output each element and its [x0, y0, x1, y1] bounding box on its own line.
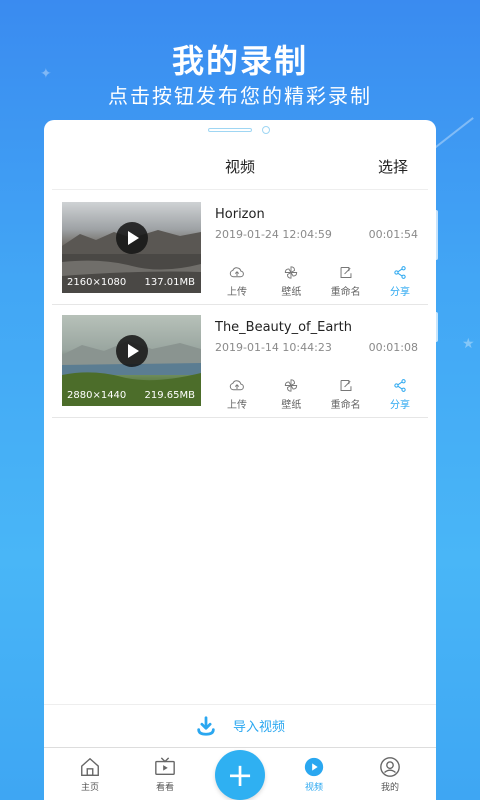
cloud-upload-icon	[229, 380, 244, 391]
edit-icon	[340, 380, 352, 391]
select-button[interactable]: 选择	[378, 156, 408, 177]
video-row[interactable]: 2880×1440 219.65MB The_Beauty_of_Earth 2…	[52, 305, 428, 418]
share-label: 分享	[389, 287, 410, 298]
video-title: The_Beauty_of_Earth	[215, 320, 352, 335]
cloud-upload-icon	[229, 267, 244, 278]
add-recording-button[interactable]: +	[215, 750, 265, 800]
upload-label: 上传	[227, 287, 247, 298]
video-actions: 上传 壁纸 重命名 分享	[215, 264, 422, 298]
tab-video[interactable]: 视频	[289, 756, 339, 793]
video-resolution: 2880×1440	[67, 390, 127, 401]
tab-profile[interactable]: 我的	[365, 756, 415, 793]
play-icon[interactable]	[116, 335, 148, 367]
share-icon	[394, 379, 406, 392]
phone-camera	[262, 126, 270, 134]
pinwheel-icon	[285, 266, 298, 279]
import-video-button[interactable]: 导入视频	[44, 704, 436, 746]
video-thumbnail[interactable]: 2160×1080 137.01MB	[62, 202, 201, 293]
wallpaper-button[interactable]: 壁纸	[269, 377, 313, 411]
upload-button[interactable]: 上传	[215, 377, 259, 411]
video-thumbnail[interactable]: 2880×1440 219.65MB	[62, 315, 201, 406]
tab-label: 我的	[380, 783, 399, 793]
home-icon	[81, 757, 99, 776]
video-list: 2160×1080 137.01MB Horizon 2019-01-24 12…	[52, 192, 428, 418]
wallpaper-button[interactable]: 壁纸	[269, 264, 313, 298]
upload-label: 上传	[227, 400, 247, 411]
upload-button[interactable]: 上传	[215, 264, 259, 298]
import-video-label: 导入视频	[232, 720, 285, 735]
rename-button[interactable]: 重命名	[324, 264, 368, 298]
video-resolution: 2160×1080	[67, 277, 127, 288]
tab-home[interactable]: 主页	[65, 756, 115, 793]
video-duration: 00:01:08	[368, 341, 418, 354]
video-duration: 00:01:54	[368, 228, 418, 241]
share-button[interactable]: 分享	[378, 264, 422, 298]
video-file-size: 137.01MB	[144, 277, 195, 288]
play-icon[interactable]	[116, 222, 148, 254]
video-actions: 上传 壁纸 重命名 分享	[215, 377, 422, 411]
phone-screen: 视频 选择 2160×1080 137.01MB Horizon 2019-01…	[44, 120, 436, 800]
video-row[interactable]: 2160×1080 137.01MB Horizon 2019-01-24 12…	[52, 192, 428, 305]
star-icon: ★	[462, 336, 475, 352]
tab-label: 看看	[155, 783, 174, 793]
video-date: 2019-01-14 10:44:23	[215, 341, 332, 354]
video-file-size: 219.65MB	[144, 390, 195, 401]
play-circle-icon	[304, 757, 324, 777]
tv-icon	[155, 757, 175, 776]
promo-title: 我的录制	[171, 42, 308, 80]
rename-label: 重命名	[330, 400, 361, 411]
plus-icon: +	[226, 756, 254, 794]
page-header: 视频 选择	[52, 144, 428, 190]
wallpaper-label: 壁纸	[281, 400, 302, 411]
promo-subtitle: 点击按钮发布您的精彩录制	[108, 84, 372, 108]
pinwheel-icon	[285, 379, 298, 392]
profile-icon	[380, 757, 400, 777]
rename-label: 重命名	[330, 287, 361, 298]
phone-speaker	[208, 128, 252, 132]
share-label: 分享	[389, 400, 410, 411]
video-date: 2019-01-24 12:04:59	[215, 228, 332, 241]
tab-label: 视频	[304, 783, 323, 793]
edit-icon	[340, 267, 352, 278]
tab-watch[interactable]: 看看	[140, 756, 190, 793]
page-title: 视频	[224, 158, 255, 176]
tab-label: 主页	[80, 783, 99, 793]
rename-button[interactable]: 重命名	[324, 377, 368, 411]
download-icon	[197, 715, 215, 736]
share-button[interactable]: 分享	[378, 377, 422, 411]
share-icon	[394, 266, 406, 279]
wallpaper-label: 壁纸	[281, 287, 302, 298]
video-title: Horizon	[215, 207, 265, 222]
